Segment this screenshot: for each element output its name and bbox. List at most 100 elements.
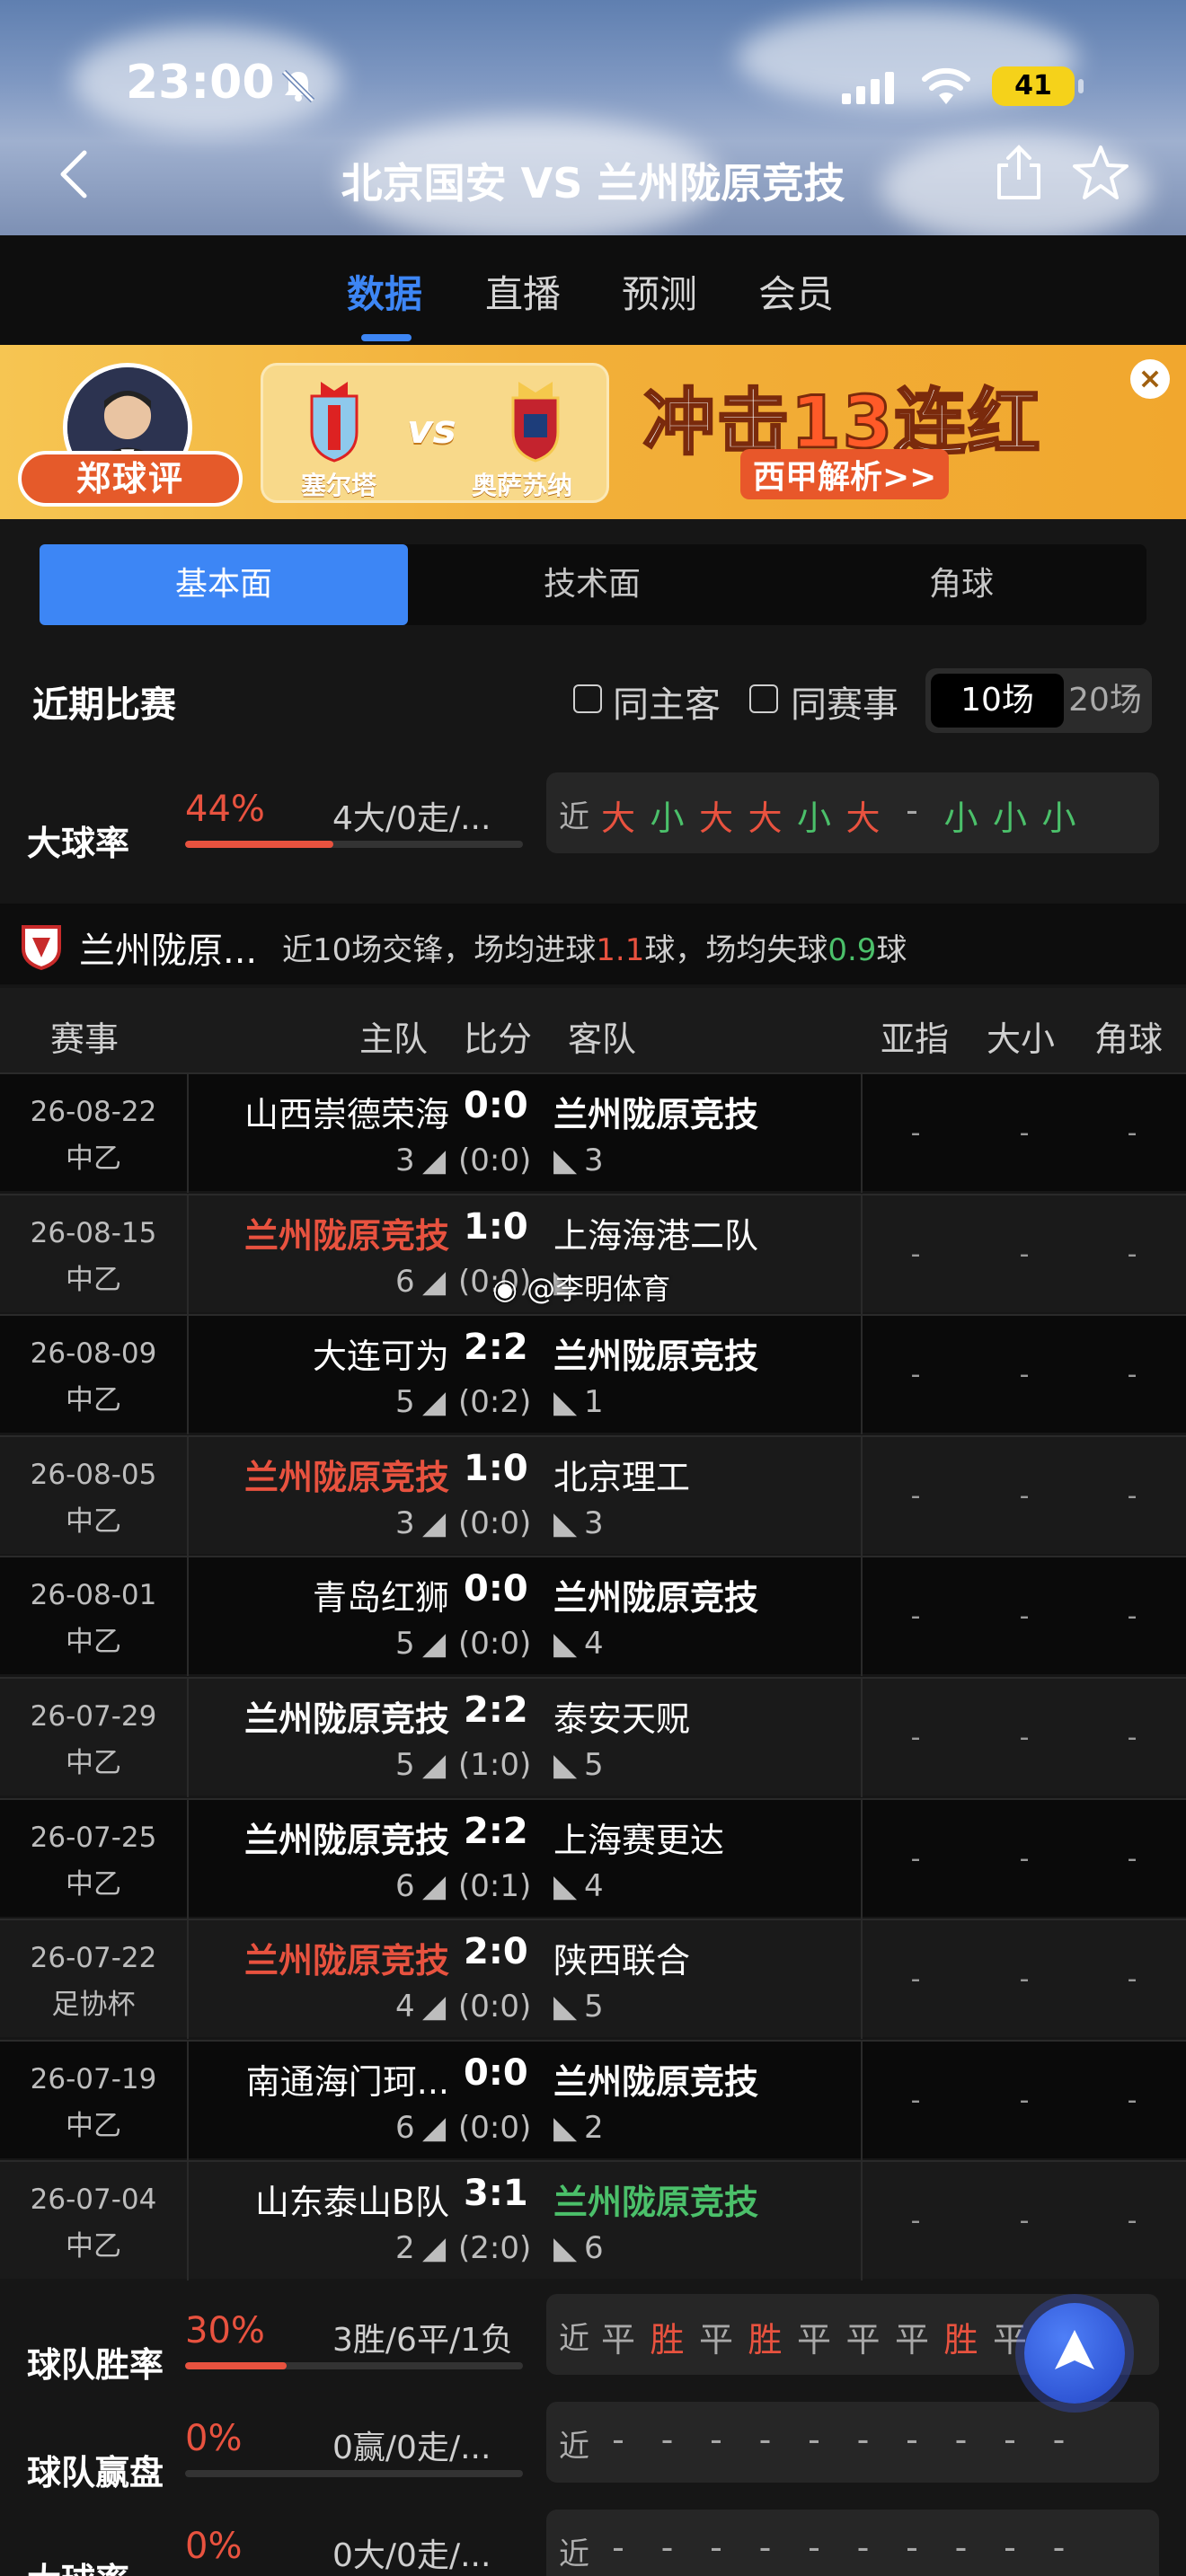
banner-close-button[interactable]: × — [1130, 359, 1170, 399]
match-date: 26-07-29 — [30, 1700, 157, 1733]
home-team-name[interactable]: 兰州陇原竞技 — [244, 1450, 449, 1499]
away-team-name[interactable]: 陕西联合 — [553, 1933, 690, 1982]
recent-result: 小 — [1041, 798, 1076, 838]
recent-result: - — [758, 2527, 772, 2567]
recent-result: 平 — [796, 2320, 831, 2360]
column-divider — [861, 1316, 863, 1435]
away-corners: 6 — [584, 2230, 604, 2267]
same-competition-label[interactable]: 同赛事 — [791, 675, 898, 728]
halftime-score: (0:2) — [458, 1384, 532, 1421]
match-row[interactable]: 26-08-01 中乙 青岛红狮 0:0 兰州陇原竞技 5 ◢ (0:0) ◣ 4 - - - — [0, 1556, 1186, 1677]
match-row[interactable]: 26-08-09 中乙 大连可为 2:2 兰州陇原竞技 5 ◢ (0:2) ◣ 1 - - - — [0, 1314, 1186, 1435]
home-team-name[interactable]: 山东泰山B队 — [255, 2175, 449, 2224]
recent-result: - — [954, 2527, 968, 2567]
over-rate-row-recent: 近大小大大小大-小小小 — [546, 772, 1159, 853]
match-date: 26-08-22 — [30, 1096, 157, 1128]
win-rate-row-bar — [185, 2362, 523, 2369]
count-10-button[interactable]: 10场 — [931, 674, 1064, 728]
halftime-score: (0:1) — [458, 1867, 532, 1904]
match-row[interactable]: 26-07-29 中乙 兰州陇原竞技 2:2 泰安天贶 5 ◢ (1:0) ◣ 5- - - — [0, 1677, 1186, 1797]
win-rate-row-label: 球队胜率 — [27, 2345, 164, 2385]
same-venue-label[interactable]: 同主客 — [613, 675, 721, 728]
odds-dx: - — [1019, 1117, 1030, 1149]
recent-result: - — [1004, 2420, 1016, 2459]
home-team-name[interactable]: 南通海门珂... — [246, 2054, 449, 2104]
same-competition-checkbox[interactable] — [749, 684, 778, 713]
same-venue-checkbox[interactable] — [573, 684, 602, 713]
away-team-name[interactable]: 上海赛更达 — [553, 1813, 724, 1862]
home-team-name[interactable]: 兰州陇原竞技 — [244, 1208, 449, 1257]
recent-result: - — [1004, 2527, 1016, 2567]
corner-flag-icon: ◢ — [422, 1747, 447, 1783]
over-rate-row-2-label: 大球率 — [27, 2553, 129, 2576]
match-score: 0:0 — [464, 1085, 528, 1126]
col-corners: 角球 — [1094, 1019, 1164, 1059]
goals-against-value: 0.9 — [828, 932, 877, 968]
tab-membership[interactable]: 会员 — [758, 264, 834, 319]
corner-flag-icon: ◢ — [422, 1504, 447, 1541]
table-header: 赛事 主队 比分 客队 亚指 大小 角球 — [0, 988, 1186, 1072]
segment-corners[interactable]: 角球 — [776, 544, 1146, 625]
col-home: 主队 — [359, 1019, 429, 1059]
recent-result: 胜 — [748, 2320, 783, 2360]
away-team-name[interactable]: 上海海港二队 — [553, 1208, 758, 1257]
away-team-name[interactable]: 北京理工 — [553, 1450, 690, 1499]
active-tab-indicator — [361, 334, 412, 341]
home-team-name[interactable]: 山西崇德荣海 — [244, 1087, 449, 1136]
match-row[interactable]: 26-07-04 中乙 山东泰山B队 3:1 兰州陇原竞技 2 ◢ (2:0) ◣ 6 - - - — [0, 2160, 1186, 2281]
summary-text-1: 近10场交锋，场均进球 — [282, 932, 597, 968]
match-row[interactable]: 26-08-22 中乙 山西崇德荣海 0:0 兰州陇原竞技 3 ◢ (0:0) ◣ 3- - - — [0, 1072, 1186, 1193]
odds-jq: - — [1127, 2205, 1137, 2237]
away-team-name[interactable]: 泰安天贶 — [553, 1691, 690, 1741]
recent-result: - — [710, 2420, 722, 2459]
away-team-name[interactable]: 兰州陇原竞技 — [553, 1328, 758, 1378]
away-team-name[interactable]: 兰州陇原竞技 — [553, 2054, 758, 2104]
recent-label: 近 — [559, 2536, 589, 2572]
home-team-name[interactable]: 兰州陇原竞技 — [244, 1933, 449, 1982]
recent-result: - — [856, 2527, 870, 2567]
match-row[interactable]: 26-08-05 中乙 兰州陇原竞技 1:0 北京理工 3 ◢ (0:0) ◣ 3- - - — [0, 1434, 1186, 1556]
tab-prediction[interactable]: 预测 — [622, 264, 697, 319]
share-icon[interactable] — [994, 144, 1044, 201]
home-team-name[interactable]: 兰州陇原竞技 — [244, 1813, 449, 1862]
recent-result: 大 — [698, 798, 733, 838]
segment-fundamentals[interactable]: 基本面 — [40, 544, 408, 625]
away-team-name[interactable]: 兰州陇原竞技 — [553, 2175, 758, 2224]
away-team-name[interactable]: 兰州陇原竞技 — [553, 1087, 758, 1136]
odds-dx: - — [1019, 1842, 1030, 1875]
corner-flag-icon: ◢ — [422, 1626, 447, 1663]
tab-live[interactable]: 直播 — [485, 264, 561, 319]
corner-flag-icon: ◣ — [553, 1867, 578, 1904]
handicap-rate-row-label: 球队赢盘 — [27, 2453, 164, 2492]
team-name: 兰州陇原... — [79, 931, 258, 972]
match-row[interactable]: 26-07-25 中乙 兰州陇原竞技 2:2 上海赛更达 6 ◢ (0:1) ◣ 4 - - - — [0, 1797, 1186, 1919]
column-divider — [187, 1799, 189, 1919]
away-team-name[interactable]: 兰州陇原竞技 — [553, 1570, 758, 1619]
match-score: 0:0 — [464, 2051, 528, 2094]
home-team-name[interactable]: 大连可为 — [313, 1328, 449, 1378]
match-date: 26-07-04 — [30, 2183, 157, 2217]
home-team-name[interactable]: 青岛红狮 — [313, 1570, 449, 1619]
match-row[interactable]: 26-07-19 中乙 南通海门珂... 0:0 兰州陇原竞技 6 ◢ (0:0) ◣ 2 - - - — [0, 2039, 1186, 2160]
odds-jq: - — [1127, 1842, 1137, 1875]
over-rate-row-bar — [185, 841, 523, 848]
col-competition: 赛事 — [50, 1019, 119, 1059]
scroll-top-button[interactable] — [1024, 2303, 1125, 2404]
favorite-star-icon[interactable] — [1071, 144, 1130, 201]
match-score: 2:2 — [464, 1689, 528, 1731]
tab-data[interactable]: 数据 — [347, 264, 422, 319]
home-corners: 6 — [395, 1867, 415, 1904]
segment-technical[interactable]: 技术面 — [408, 544, 776, 625]
match-date: 26-07-19 — [30, 2062, 157, 2095]
match-competition: 中乙 — [66, 1867, 121, 1901]
match-row[interactable]: 26-07-22 足协杯 兰州陇原竞技 2:0 陕西联合 4 ◢ (0:0) ◣ 5 - - - — [0, 1919, 1186, 2040]
match-date: 26-08-09 — [30, 1337, 157, 1371]
column-divider — [187, 2162, 189, 2281]
count-20-button[interactable]: 20场 — [1064, 674, 1146, 728]
match-score: 2:2 — [464, 1327, 528, 1369]
home-team-name[interactable]: 兰州陇原竞技 — [244, 1691, 449, 1741]
halftime-score: (1:0) — [458, 1747, 532, 1783]
promo-banner[interactable]: 郑球评 vs 塞尔塔 奥萨苏纳 冲击13连红 西甲解析>> — [0, 345, 1186, 519]
away-corners: 4 — [584, 1626, 604, 1663]
away-corners: 4 — [584, 1867, 604, 1904]
